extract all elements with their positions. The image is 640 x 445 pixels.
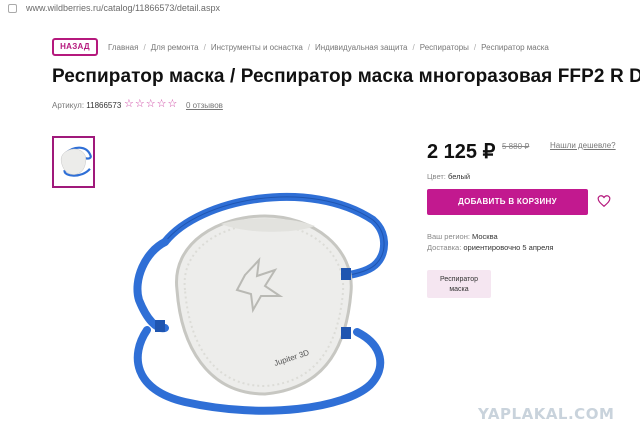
breadcrumb-separator: /	[307, 43, 310, 52]
breadcrumb-home[interactable]: Главная	[108, 43, 138, 52]
respirator-thumbnail-icon	[60, 146, 92, 177]
heart-icon[interactable]	[597, 194, 611, 208]
delivery-info: Доставка: ориентировочно 5 апреля	[427, 243, 553, 252]
strap-clip-lower	[341, 327, 351, 339]
watermark: YAPLAKAL.COM	[478, 405, 615, 423]
strap-clip-left	[155, 320, 165, 332]
breadcrumb-current: Респиратор маска	[481, 43, 549, 52]
rating-stars[interactable]: ☆☆☆☆☆	[124, 97, 178, 110]
product-image[interactable]: Jupiter 3D	[125, 180, 395, 420]
breadcrumb-protection[interactable]: Индивидуальная защита	[315, 43, 408, 52]
article-label: Артикул:	[52, 101, 85, 110]
lock-icon	[8, 4, 17, 13]
old-price: 5 880 ₽	[502, 142, 530, 151]
article-value: 11866573	[86, 101, 122, 110]
add-to-cart-button[interactable]: ДОБАВИТЬ В КОРЗИНУ	[427, 189, 588, 215]
delivery-label: Доставка:	[427, 243, 462, 252]
region-label: Ваш регион:	[427, 232, 470, 241]
breadcrumb-separator: /	[412, 43, 415, 52]
current-price: 2 125 ₽	[427, 141, 496, 163]
address-bar[interactable]: www.wildberries.ru/catalog/11866573/deta…	[0, 0, 640, 18]
color-info: Цвет: белый	[427, 172, 470, 181]
color-value: белый	[447, 172, 471, 181]
breadcrumb-repair[interactable]: Для ремонта	[151, 43, 199, 52]
category-tag-line1: Респиратор	[439, 276, 478, 283]
product-title: Респиратор маска / Респиратор маска мног…	[52, 66, 640, 87]
category-tag[interactable]: Респиратор маска	[427, 270, 491, 298]
breadcrumb-respirators[interactable]: Респираторы	[420, 43, 469, 52]
found-cheaper-link[interactable]: Нашли дешевле?	[550, 141, 616, 150]
url-text[interactable]: www.wildberries.ru/catalog/11866573/deta…	[26, 3, 220, 13]
category-tag-line2: маска	[449, 286, 469, 293]
left-strap	[133, 238, 169, 333]
region-info: Ваш регион: Москва	[427, 232, 498, 241]
delivery-value: ориентировочно 5 апреля	[463, 243, 554, 252]
product-thumbnail[interactable]	[52, 136, 95, 188]
article-number: Артикул: 11866573	[52, 101, 121, 110]
breadcrumb-separator: /	[203, 43, 206, 52]
breadcrumb-separator: /	[473, 43, 477, 52]
region-value[interactable]: Москва	[472, 232, 498, 241]
back-button[interactable]: НАЗАД	[52, 38, 98, 56]
color-label: Цвет:	[427, 172, 446, 181]
breadcrumb: Главная / Для ремонта / Инструменты и оснаст…	[108, 43, 549, 52]
breadcrumb-tools[interactable]: Инструменты и оснастка	[211, 43, 303, 52]
reviews-link[interactable]: 0 отзывов	[186, 101, 223, 110]
breadcrumb-separator: /	[143, 43, 146, 52]
mask-body	[175, 214, 353, 396]
strap-clip-upper	[341, 268, 351, 280]
